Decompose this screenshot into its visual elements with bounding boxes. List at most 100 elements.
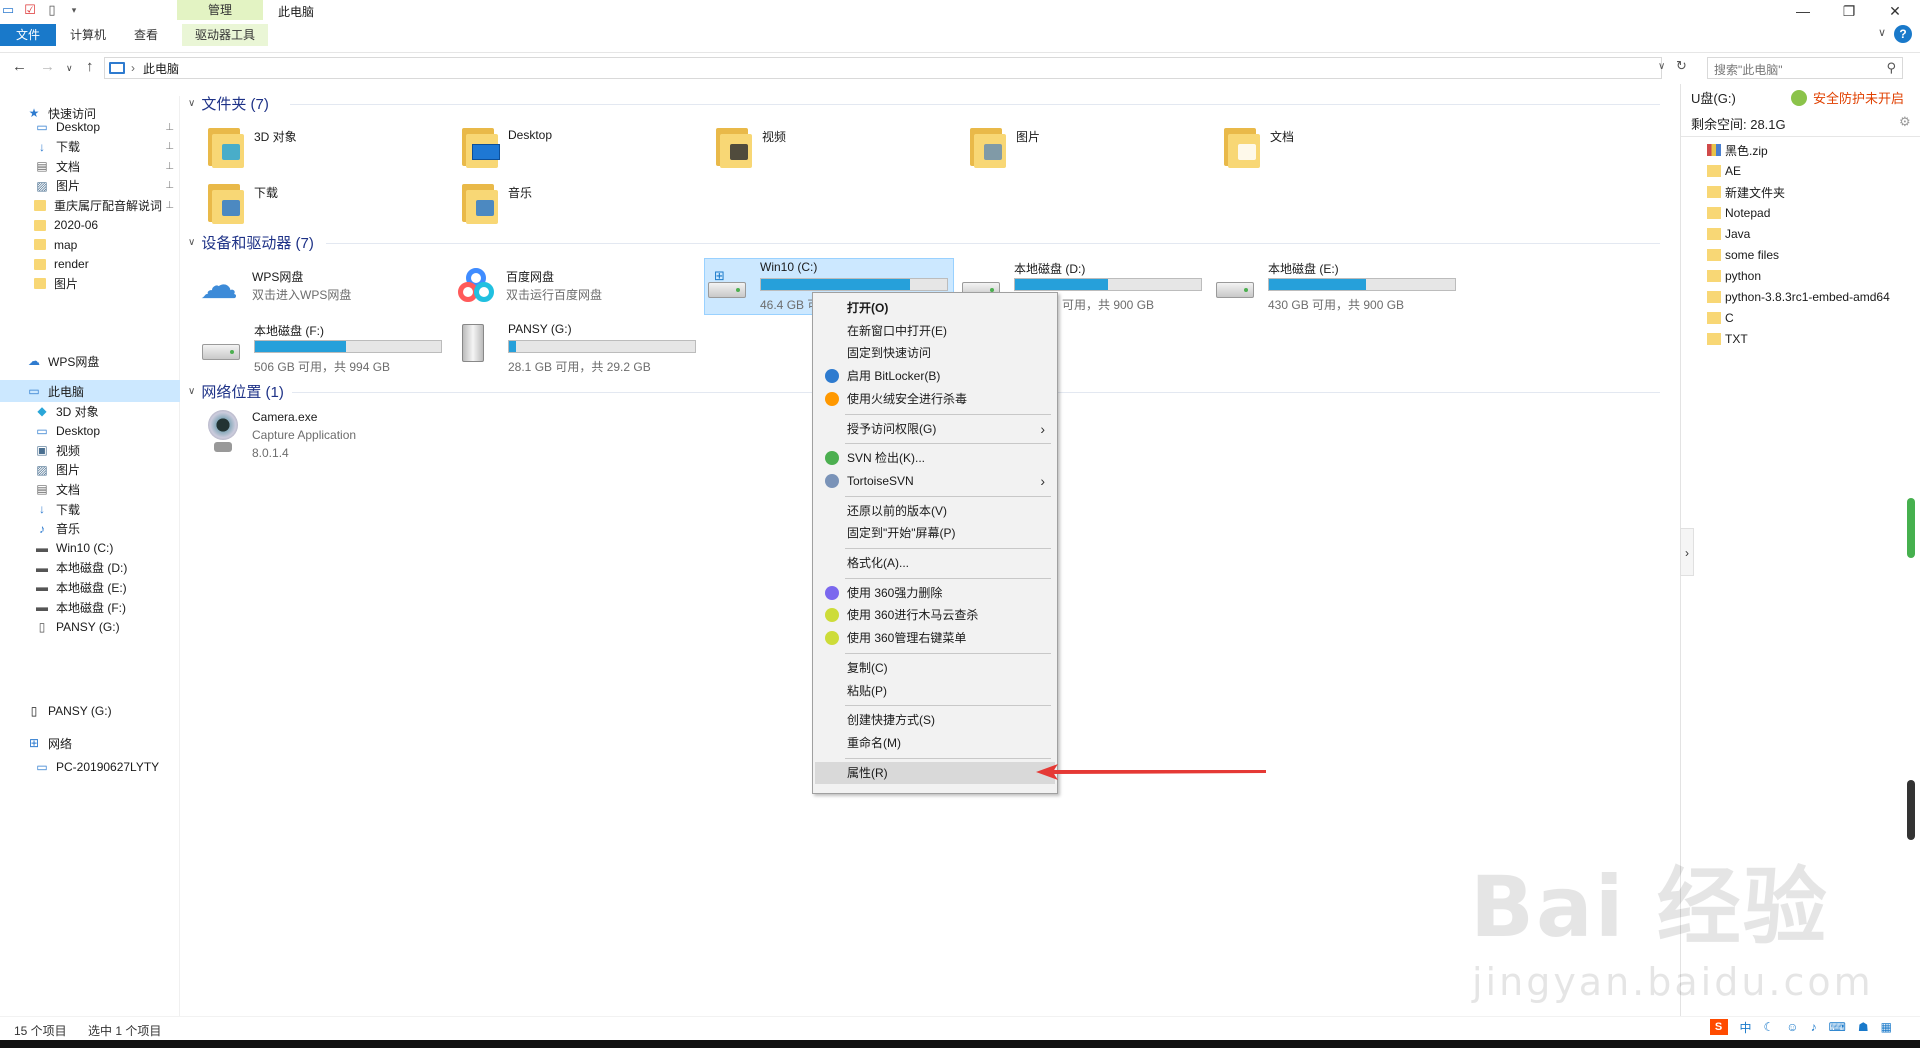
folder-tile[interactable]: 文档: [1222, 124, 1452, 170]
tile-name: 下载: [254, 186, 279, 200]
menu-item[interactable]: 属性(R): [815, 761, 1055, 784]
folder-tile[interactable]: 下载: [206, 180, 436, 226]
search-input[interactable]: 搜索"此电脑" ⚲: [1707, 57, 1903, 79]
nav-network-pc[interactable]: ▭ PC-20190627LYTY: [34, 756, 214, 778]
expand-pane-button[interactable]: ›: [1680, 528, 1694, 576]
menu-item[interactable]: 格式化(A)...: [815, 552, 1055, 574]
folder-tile[interactable]: 图片: [968, 124, 1198, 170]
section-network[interactable]: ∨ 网络位置 (1): [188, 381, 284, 402]
close-button[interactable]: ✕: [1872, 0, 1918, 22]
nav-wps[interactable]: ☁ WPS网盘: [26, 350, 206, 372]
restore-button[interactable]: ❐: [1826, 0, 1872, 22]
tab-view[interactable]: 查看: [120, 24, 172, 46]
nav-this-pc[interactable]: ▭ 此电脑: [0, 380, 180, 402]
file-list-item[interactable]: some files: [1707, 245, 1779, 265]
skin-icon[interactable]: ☗: [1858, 1020, 1869, 1034]
file-list-item[interactable]: python: [1707, 266, 1761, 286]
new-folder-icon[interactable]: ▯: [44, 2, 60, 18]
file-list-item[interactable]: C: [1707, 308, 1734, 328]
menu-item[interactable]: 固定到"开始"屏幕(P): [815, 522, 1055, 544]
pin-icon[interactable]: ⊥: [165, 161, 174, 172]
pin-icon[interactable]: ⊥: [165, 200, 174, 211]
menu-item[interactable]: 启用 BitLocker(B): [815, 365, 1055, 387]
address-dropdown-icon[interactable]: ∨: [1658, 61, 1665, 72]
chevron-down-icon[interactable]: ∨: [188, 237, 195, 248]
security-warning[interactable]: 安全防护未开启: [1791, 88, 1904, 107]
chevron-down-icon[interactable]: ∨: [188, 98, 195, 109]
menu-item[interactable]: 打开(O): [815, 297, 1055, 319]
tab-computer[interactable]: 计算机: [56, 24, 120, 46]
menu-item[interactable]: 授予访问权限(G) ›: [815, 418, 1055, 440]
menu-item[interactable]: TortoiseSVN ›: [815, 470, 1055, 492]
properties-icon[interactable]: ☑: [22, 2, 38, 18]
menu-item[interactable]: 使用 360管理右键菜单: [815, 627, 1055, 649]
file-list-item[interactable]: 新建文件夹: [1707, 182, 1785, 202]
gear-icon[interactable]: ⚙: [1899, 114, 1911, 130]
wps-cloud-tile[interactable]: ☁ WPS网盘 双击进入WPS网盘: [200, 264, 430, 312]
file-list-item[interactable]: AE: [1707, 161, 1741, 181]
drive-tile[interactable]: 本地磁盘 (E:) 430 GB 可用，共 900 GB: [1214, 258, 1459, 312]
menu-item[interactable]: 使用 360进行木马云查杀: [815, 604, 1055, 626]
pin-icon[interactable]: ⊥: [165, 122, 174, 133]
file-list-item[interactable]: python-3.8.3rc1-embed-amd64: [1707, 287, 1890, 307]
folder-tile[interactable]: 音乐: [460, 180, 690, 226]
ime-mode[interactable]: 中: [1740, 1019, 1752, 1036]
help-icon[interactable]: ?: [1894, 25, 1912, 43]
drive-tile[interactable]: 本地磁盘 (F:) 506 GB 可用，共 994 GB: [200, 320, 445, 374]
section-devices[interactable]: ∨ 设备和驱动器 (7): [188, 232, 314, 253]
camera-tile[interactable]: Camera.exe Capture Application 8.0.1.4: [200, 408, 440, 464]
baidu-cloud-tile[interactable]: 百度网盘 双击运行百度网盘: [454, 264, 684, 312]
address-bar[interactable]: › 此电脑: [104, 57, 1662, 79]
tab-drive-tools[interactable]: 驱动器工具: [182, 24, 269, 46]
moon-icon[interactable]: ☾: [1764, 1020, 1775, 1034]
tab-file[interactable]: 文件: [0, 24, 57, 46]
pin-icon[interactable]: ⊥: [165, 141, 174, 152]
menu-item[interactable]: 重命名(M): [815, 732, 1055, 754]
nav-network[interactable]: ⊞ 网络: [26, 732, 206, 754]
menu-item[interactable]: 使用火绒安全进行杀毒: [815, 388, 1055, 410]
chevron-down-icon[interactable]: ∨: [188, 386, 195, 397]
folder-tile[interactable]: 3D 对象: [206, 124, 436, 170]
customize-dropdown-icon[interactable]: ▾: [66, 2, 82, 18]
nav-quick-item[interactable]: 图片: [34, 273, 180, 295]
file-list-item[interactable]: TXT: [1707, 329, 1748, 349]
folder-tile[interactable]: 视频: [714, 124, 944, 170]
menu-item[interactable]: 固定到快速访问: [815, 342, 1055, 364]
chevron-down-icon[interactable]: ∨: [1878, 26, 1886, 39]
file-list-item[interactable]: Notepad: [1707, 203, 1770, 223]
menu-item[interactable]: 使用 360强力删除: [815, 582, 1055, 604]
emoji-icon[interactable]: ☺: [1786, 1020, 1798, 1034]
menu-item[interactable]: 粘贴(P): [815, 680, 1055, 702]
microphone-icon[interactable]: ♪: [1811, 1020, 1817, 1034]
shield-icon: [1791, 90, 1807, 106]
nav-pc-item[interactable]: ▯ PANSY (G:): [34, 616, 180, 638]
breadcrumb-this-pc[interactable]: 此电脑: [143, 60, 179, 77]
computer-icon[interactable]: ▭: [0, 2, 16, 18]
forward-arrow-icon[interactable]: →: [40, 58, 55, 75]
file-list-item[interactable]: 黑色.zip: [1707, 140, 1768, 160]
folder-tile[interactable]: Desktop: [460, 124, 690, 170]
menu-item[interactable]: 在新窗口中打开(E): [815, 320, 1055, 342]
breadcrumb-separator-icon[interactable]: ›: [131, 61, 135, 75]
search-icon[interactable]: ⚲: [1886, 60, 1896, 76]
pin-icon[interactable]: ⊥: [165, 180, 174, 191]
drive-tile[interactable]: PANSY (G:) 28.1 GB 可用，共 29.2 GB: [454, 320, 699, 374]
nav-label: PANSY (G:): [56, 619, 120, 634]
side-scroll-indicator[interactable]: [1907, 780, 1915, 840]
up-arrow-icon[interactable]: ↑: [86, 58, 94, 75]
sogou-ime-icon[interactable]: S: [1709, 1019, 1728, 1035]
menu-item[interactable]: 复制(C): [815, 657, 1055, 679]
side-scroll-indicator[interactable]: [1907, 498, 1915, 558]
keyboard-icon[interactable]: ⌨: [1829, 1020, 1846, 1034]
section-folders[interactable]: ∨ 文件夹 (7): [188, 93, 269, 114]
refresh-icon[interactable]: ↻: [1676, 58, 1687, 74]
menu-item[interactable]: 还原以前的版本(V): [815, 500, 1055, 522]
recent-dropdown-icon[interactable]: ∨: [66, 63, 73, 74]
grid-icon[interactable]: ▦: [1881, 1020, 1892, 1034]
minimize-button[interactable]: —: [1780, 0, 1826, 22]
nav-pansy-drive[interactable]: ▯ PANSY (G:): [26, 700, 206, 722]
menu-item[interactable]: SVN 检出(K)...: [815, 447, 1055, 469]
menu-item[interactable]: 创建快捷方式(S): [815, 709, 1055, 731]
file-list-item[interactable]: Java: [1707, 224, 1750, 244]
back-arrow-icon[interactable]: ←: [12, 58, 27, 75]
